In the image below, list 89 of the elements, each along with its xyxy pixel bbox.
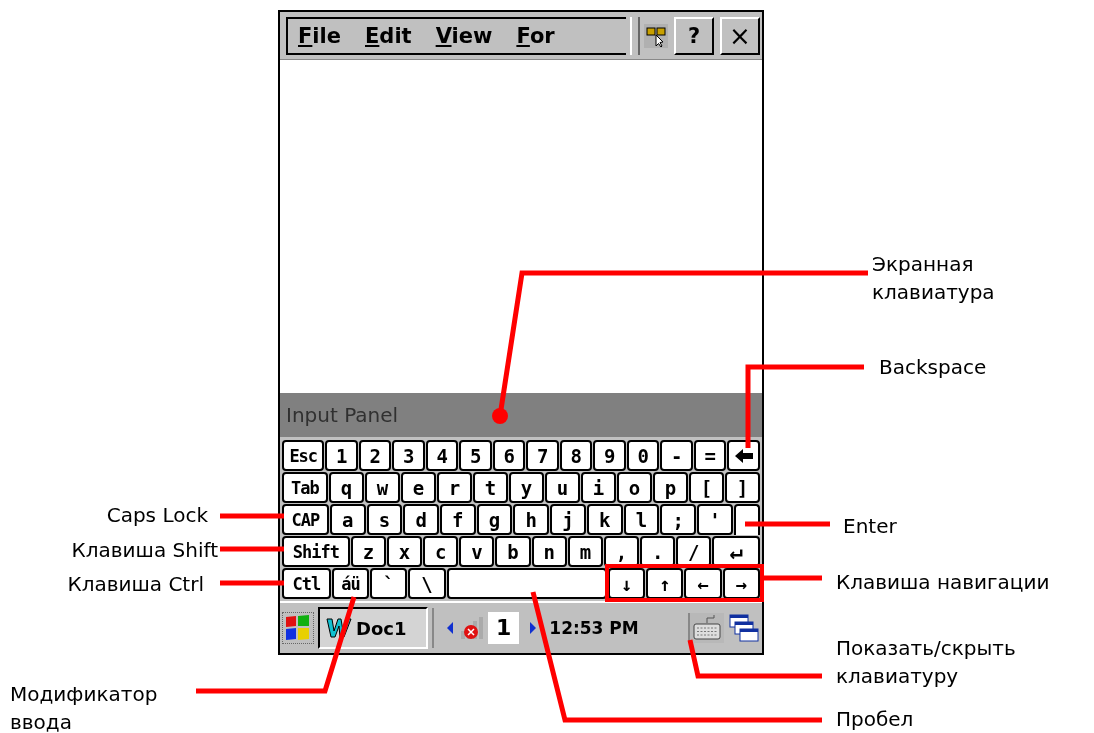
keyboard-key[interactable]: 7: [526, 440, 559, 471]
keyboard-key[interactable]: l: [623, 504, 660, 535]
keyboard-key[interactable]: 0: [627, 440, 660, 471]
keyboard-key[interactable]: b: [495, 536, 531, 567]
toolbar-grip[interactable]: [630, 16, 640, 55]
keyboard-key[interactable]: x: [387, 536, 423, 567]
signal-error-icon[interactable]: [458, 615, 484, 641]
clock: 12:53 PM: [549, 618, 639, 638]
space-key[interactable]: [446, 568, 607, 599]
keyboard-key[interactable]: c: [423, 536, 459, 567]
keyboard-key[interactable]: w: [364, 472, 400, 503]
keyboard-key[interactable]: =: [694, 440, 727, 471]
close-button[interactable]: ×: [720, 16, 760, 55]
keyboard-key[interactable]: n: [531, 536, 567, 567]
callout-label: Клавиша Shift: [71, 537, 218, 564]
task-button[interactable]: Doc1: [318, 607, 428, 649]
help-button[interactable]: ?: [674, 16, 714, 55]
keyboard-key[interactable]: Ctl: [282, 568, 331, 599]
keyboard-key[interactable]: 5: [459, 440, 492, 471]
callout-label: Показать/скрыть клавиатуру: [836, 635, 1016, 690]
keyboard-key[interactable]: `: [370, 568, 408, 599]
start-icon[interactable]: [282, 612, 314, 644]
keyboard-key[interactable]: y: [508, 472, 544, 503]
keyboard-key[interactable]: g: [476, 504, 513, 535]
arrow-left-icon: [733, 447, 754, 464]
enter-key[interactable]: [733, 504, 760, 535]
backspace-key[interactable]: [727, 440, 760, 471]
keyboard-key[interactable]: ': [697, 504, 733, 535]
keyboard-key[interactable]: -: [660, 440, 693, 471]
keyboard-key[interactable]: a: [329, 504, 366, 535]
menu-item[interactable]: File: [298, 23, 341, 48]
menu-item[interactable]: Edit: [365, 23, 412, 48]
keyboard-key[interactable]: q: [328, 472, 364, 503]
pointer-icon[interactable]: [644, 23, 668, 48]
leader-line: [220, 580, 284, 586]
callout-label: Клавиша навигации: [836, 569, 1050, 596]
keyboard-key[interactable]: [: [689, 472, 725, 503]
keyboard-key[interactable]: m: [567, 536, 603, 567]
leader-line: [220, 546, 284, 552]
keyboard-key[interactable]: o: [617, 472, 652, 503]
input-indicator[interactable]: 1: [488, 612, 520, 644]
menu-item[interactable]: For: [516, 23, 555, 48]
windows-icon[interactable]: [728, 613, 760, 643]
callout-label: Caps Lock: [106, 502, 208, 529]
keyboard-key[interactable]: ]: [725, 472, 761, 503]
keyboard-key[interactable]: 6: [493, 440, 526, 471]
keyboard-key[interactable]: CAP: [282, 504, 329, 535]
keyboard-key[interactable]: 2: [359, 440, 392, 471]
keyboard-key[interactable]: j: [550, 504, 586, 535]
right-triangle-icon[interactable]: [529, 621, 538, 635]
keyboard-key[interactable]: 4: [426, 440, 459, 471]
keyboard-key[interactable]: s: [366, 504, 403, 535]
keyboard-key[interactable]: áü: [331, 568, 370, 599]
callout-label: Модификатор ввода: [10, 681, 158, 733]
keyboard-key[interactable]: Esc: [282, 440, 325, 471]
keyboard-key[interactable]: \: [408, 568, 446, 599]
keyboard-key[interactable]: 9: [593, 440, 626, 471]
keyboard-key[interactable]: k: [586, 504, 623, 535]
keyboard-key[interactable]: e: [400, 472, 436, 503]
keyboard-key[interactable]: ;: [660, 504, 696, 535]
keyboard-key[interactable]: f: [440, 504, 476, 535]
keyboard-key[interactable]: ↑: [646, 568, 684, 599]
callout-label: Экранная клавиатура: [872, 251, 995, 306]
keyboard-key[interactable]: v: [459, 536, 495, 567]
keyboard-key[interactable]: 3: [392, 440, 425, 471]
keyboard-key[interactable]: u: [544, 472, 580, 503]
callout-label: Клавиша Ctrl: [67, 571, 204, 598]
keyboard-key[interactable]: z: [350, 536, 386, 567]
left-triangle-icon[interactable]: [446, 621, 454, 635]
menu-item[interactable]: View: [435, 23, 493, 48]
keyboard-key[interactable]: 8: [560, 440, 593, 471]
leader-line: [220, 513, 284, 519]
keyboard-key[interactable]: Shift: [282, 536, 350, 567]
callout-label: Enter: [843, 513, 897, 540]
keyboard-key[interactable]: ←: [684, 568, 722, 599]
keyboard-key[interactable]: 1: [325, 440, 358, 471]
keyboard-key[interactable]: r: [436, 472, 472, 503]
keyboard-key[interactable]: d: [403, 504, 439, 535]
keyboard-key[interactable]: t: [472, 472, 508, 503]
callout-label: Backspace: [879, 354, 987, 381]
w-logo-icon: [326, 617, 352, 639]
input-panel-title: Input Panel: [286, 403, 399, 427]
keyboard-key[interactable]: i: [580, 472, 616, 503]
leader-line: [763, 575, 822, 581]
keyboard-key[interactable]: h: [513, 504, 550, 535]
keyboard-key[interactable]: →: [722, 568, 760, 599]
callout-label: Пробел: [836, 706, 914, 733]
keyboard-key[interactable]: p: [653, 472, 688, 503]
keyboard-key[interactable]: Tab: [282, 472, 328, 503]
